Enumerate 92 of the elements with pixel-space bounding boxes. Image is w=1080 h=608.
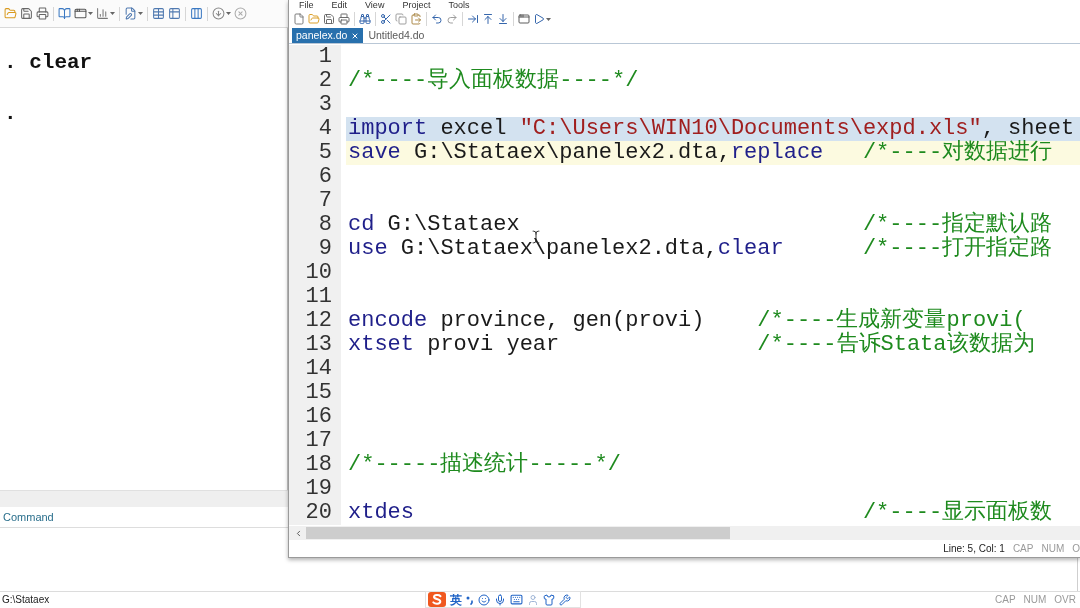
window-icon[interactable] [74,7,87,20]
status-indicator: NUM [1023,593,1047,607]
code-comment: /*----导入面板数据----*/ [348,69,639,93]
table-icon[interactable] [152,7,165,20]
status-indicator: O [1072,542,1080,556]
indent-icon[interactable] [467,13,479,25]
printer-icon[interactable] [338,13,350,25]
line-number: 8 [318,212,332,237]
code-text: xtset provi year [348,333,560,357]
line-number: 14 [305,356,332,381]
caret-icon[interactable] [138,12,143,15]
code-comment: /*----告诉Stata该数据为 [757,333,1035,357]
close-icon[interactable] [351,31,360,40]
status-indicator: NUM [1041,542,1065,556]
menu-item[interactable]: Edit [331,0,348,10]
caret-icon[interactable] [546,17,551,21]
editor-tab[interactable]: panelex.do [292,28,364,43]
columns-icon[interactable] [190,7,203,20]
line-number: 1 [318,44,332,69]
line-number: 6 [318,164,332,189]
undo-icon[interactable] [431,13,443,25]
line-number: 3 [318,92,332,117]
code-text: encode province, gen(provi) [348,309,705,333]
scroll-left-icon[interactable] [294,528,303,538]
editor-tab[interactable]: Untitled4.do [365,28,428,43]
scissors-icon[interactable] [380,13,392,25]
code-comment: /*-----描述统计-----*/ [348,453,621,477]
circle-arrow-down-icon[interactable] [212,7,225,20]
play-icon[interactable] [533,13,545,25]
scrollbar-thumb[interactable] [306,527,730,539]
keyboard-icon[interactable] [510,593,523,606]
code-text: cd G:\Stataex [348,213,520,237]
status-indicator: CAP [995,593,1016,607]
arrow-down-line-icon[interactable] [497,13,509,25]
line-number: 5 [318,140,332,165]
horizontal-scrollbar[interactable] [289,526,1080,540]
table-icon[interactable] [168,7,181,20]
line-number: 19 [305,476,332,501]
ime-mode[interactable]: 英 [450,592,462,607]
folder-icon[interactable] [4,7,17,20]
redo-icon[interactable] [446,13,458,25]
line-number: 15 [305,380,332,405]
line-number: 7 [318,188,332,213]
wrench-icon[interactable] [559,593,571,606]
results-line: . clear [4,51,93,74]
shirt-icon[interactable] [543,593,555,606]
results-line: . [4,102,17,125]
window-icon[interactable] [518,13,530,25]
command-label: Command [3,509,54,525]
code-comment: /*----对数据进行 [862,141,1053,165]
smiley-icon[interactable] [478,593,490,606]
line-number: 4 [318,116,332,141]
menu-item[interactable]: Tools [448,0,470,10]
working-directory: G:\Stataex [2,593,50,607]
caret-icon[interactable] [226,12,231,15]
code-text: import excel "C:\Users\WIN10\Documents\expd.xls", sheet [348,117,1075,141]
save-icon[interactable] [20,7,33,20]
menu-item[interactable]: Project [402,0,431,10]
status-indicator: OVR [1054,593,1076,607]
cursor-position: Line: 5, Col: 1 [943,542,1005,556]
code-comment: /*----显示面板数 [862,501,1053,525]
line-number: 9 [318,236,332,261]
paste-icon[interactable] [410,13,422,25]
microphone-icon[interactable] [494,593,506,606]
punctuation-icon[interactable] [466,594,474,605]
bar-chart-icon[interactable] [96,7,109,20]
code-text: use G:\Stataex\panelex2.dta,clear [348,237,784,261]
line-number: 12 [305,308,332,333]
menu-item[interactable]: File [299,0,314,10]
ime-logo-icon[interactable] [428,592,446,607]
code-text: save G:\Stataex\panelex2.dta,replace [348,141,824,165]
line-number: 10 [305,260,332,285]
notebook-icon[interactable] [58,7,71,20]
menu-item[interactable]: View [365,0,385,10]
line-number: 11 [305,284,332,309]
line-number: 13 [305,332,332,357]
save-icon[interactable] [323,13,335,25]
caret-icon[interactable] [88,12,93,15]
line-number: 2 [318,68,332,93]
arrow-up-line-icon[interactable] [482,13,494,25]
code-text: xtdes [348,501,414,525]
status-indicator: CAP [1012,542,1034,556]
printer-icon[interactable] [36,7,49,20]
caret-icon[interactable] [110,12,115,15]
line-number: 20 [305,500,332,525]
new-file-icon[interactable] [293,13,305,25]
line-number: 17 [305,428,332,453]
code-comment: /*----打开指定路 [862,237,1053,261]
line-number: 18 [305,452,332,477]
binoculars-icon[interactable] [359,13,371,25]
line-number: 16 [305,404,332,429]
file-edit-icon[interactable] [124,7,137,20]
